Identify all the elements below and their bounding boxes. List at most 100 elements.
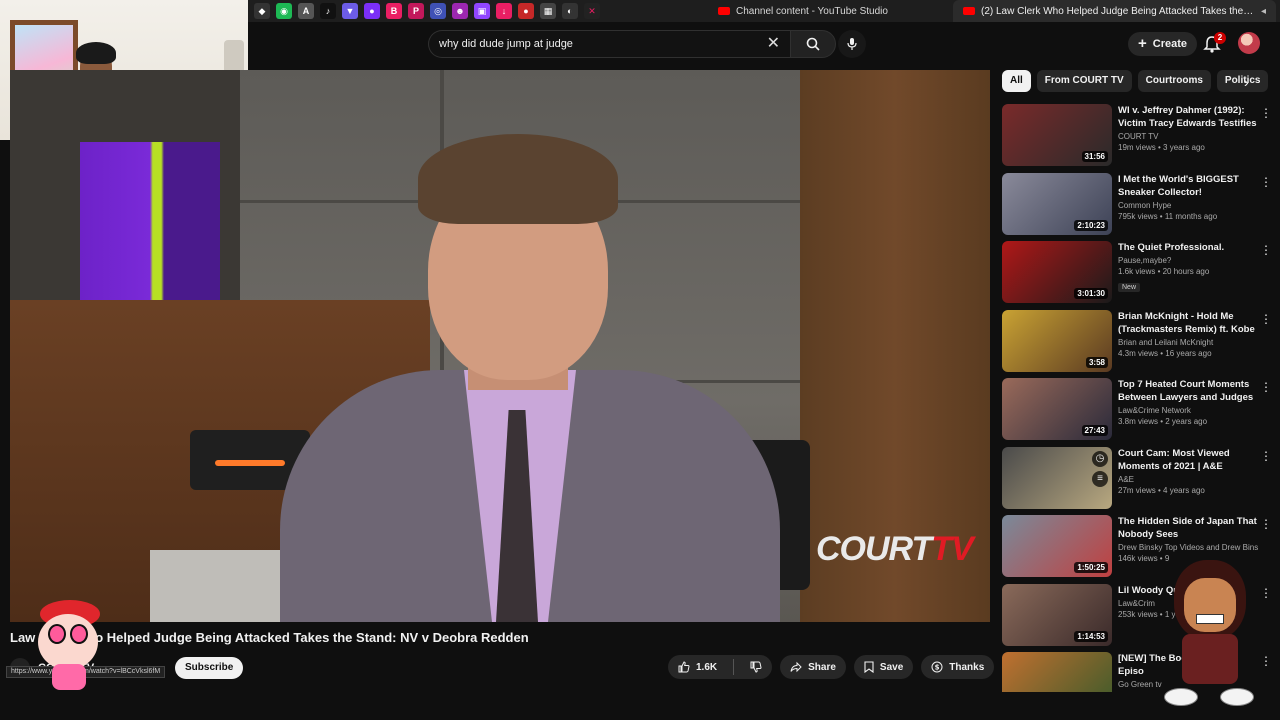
channel-name[interactable]: A&E — [1118, 475, 1258, 484]
dislike-button[interactable] — [740, 655, 772, 679]
close-icon[interactable]: ✕ — [767, 35, 780, 53]
channel-name[interactable]: COURT TV — [1118, 132, 1258, 141]
more-vert-icon[interactable]: ⋮ — [1260, 175, 1272, 189]
more-vert-icon[interactable]: ⋮ — [1260, 312, 1272, 326]
list-item[interactable]: 3:58 Brian McKnight - Hold Me (Trackmast… — [1002, 309, 1274, 379]
chip-politics[interactable]: Politics — [1216, 70, 1268, 92]
clock-icon[interactable]: ◷ — [1092, 450, 1108, 467]
hat-icon[interactable]: ● — [364, 3, 380, 19]
video-thumbnail[interactable]: 3:58 — [1002, 309, 1112, 372]
subscribe-button[interactable]: Subscribe — [175, 657, 244, 679]
video-title[interactable]: WI v. Jeffrey Dahmer (1992): Victim Trac… — [1118, 104, 1258, 130]
tab-current-video[interactable]: (2) Law Clerk Who Helped Judge Being Att… — [953, 0, 1276, 22]
queue-icon[interactable]: ≡ — [1092, 470, 1108, 487]
video-title[interactable]: The Quiet Professional. — [1118, 241, 1258, 254]
video-title[interactable]: The Hidden Side of Japan That Nobody See… — [1118, 515, 1258, 541]
notification-badge: 2 — [1214, 32, 1226, 44]
video-player[interactable]: COURTTV — [10, 70, 990, 622]
search-box[interactable]: ✕ — [428, 30, 790, 58]
list-item[interactable]: ◷ ≡ Court Cam: Most Viewed Moments of 20… — [1002, 446, 1274, 516]
thumbs-up-icon — [678, 661, 690, 673]
like-count: 1.6K — [696, 661, 718, 673]
save-button[interactable]: Save — [853, 655, 914, 679]
lock-icon[interactable]: ● — [518, 3, 534, 19]
channel-name[interactable]: Pause,maybe? — [1118, 256, 1258, 265]
more-vert-icon[interactable]: ⋮ — [1260, 449, 1272, 463]
video-thumbnail[interactable]: ◷ ≡ — [1002, 446, 1112, 509]
tiktok-icon[interactable]: ♪ — [320, 3, 336, 19]
create-button[interactable]: + Create — [1128, 32, 1198, 56]
android-icon[interactable]: ◉ — [276, 3, 292, 19]
x-icon[interactable]: ✕ — [584, 3, 600, 19]
like-button[interactable]: 1.6K — [668, 655, 727, 679]
video-title[interactable]: Court Cam: Most Viewed Moments of 2021 |… — [1118, 447, 1258, 473]
chip-from-channel[interactable]: From COURT TV — [1036, 70, 1132, 92]
list-item[interactable]: 2:10:23 I Met the World's BIGGEST Sneake… — [1002, 172, 1274, 242]
video-title[interactable]: Top 7 Heated Court Moments Between Lawye… — [1118, 378, 1258, 404]
b-icon[interactable]: B — [386, 3, 402, 19]
video-thumbnail[interactable]: 27:43 — [1002, 378, 1112, 440]
pinterest-icon[interactable]: P — [408, 3, 424, 19]
video-thumbnail[interactable]: 1:14:53 — [1002, 583, 1112, 646]
ring-icon[interactable]: ◎ — [430, 3, 446, 19]
browser-tab-strip: ◆ ◉ A ♪ ▼ ● B P ◎ ☻ ▣ ↓ ● ▦ ◐ ✕ Channel … — [248, 0, 1280, 22]
microphone-light — [215, 460, 285, 466]
pinned-tabs: ◆ ◉ A ♪ ▼ ● B P ◎ ☻ ▣ ↓ ● ▦ ◐ ✕ — [248, 3, 600, 19]
alien-icon[interactable]: ☻ — [452, 3, 468, 19]
thanks-icon: $ — [931, 661, 943, 673]
voice-search-button[interactable] — [838, 30, 866, 58]
video-title[interactable]: Brian McKnight - Hold Me (Trackmasters R… — [1118, 310, 1258, 336]
chevron-right-icon[interactable]: › — [1244, 74, 1249, 90]
video-meta: 3.8m views • 2 years ago — [1118, 417, 1208, 426]
filter-chips: All From COURT TV Courtrooms Politics — [1002, 70, 1268, 92]
more-vert-icon[interactable]: ⋮ — [1260, 106, 1272, 120]
bookmark-icon — [864, 661, 874, 673]
video-thumbnail[interactable]: 31:56 — [1002, 104, 1112, 166]
witness-hair — [418, 134, 618, 224]
tab-label: Channel content - YouTube Studio — [736, 5, 888, 17]
search-button[interactable] — [790, 30, 836, 58]
more-vert-icon[interactable]: ⋮ — [1260, 586, 1272, 600]
channel-name[interactable]: Drew Binsky Top Videos and Drew Binsk... — [1118, 543, 1258, 552]
download-icon[interactable]: ↓ — [496, 3, 512, 19]
svg-text:$: $ — [935, 664, 940, 672]
speaker-icon[interactable]: ◂ — [1261, 6, 1266, 17]
shield-icon[interactable]: ▼ — [342, 3, 358, 19]
twitch-icon[interactable]: ▣ — [474, 3, 490, 19]
more-vert-icon[interactable]: ⋮ — [1260, 654, 1272, 668]
channel-name[interactable]: Common Hype — [1118, 201, 1258, 210]
window-icon[interactable]: ◐ — [562, 3, 578, 19]
share-label: Share — [808, 661, 836, 673]
plus-icon: + — [1138, 35, 1147, 52]
a-icon[interactable]: A — [298, 3, 314, 19]
more-vert-icon[interactable]: ⋮ — [1260, 517, 1272, 531]
cartoon-character-overlay — [1160, 560, 1260, 720]
channel-name[interactable]: Brian and Leilani McKnight — [1118, 338, 1258, 347]
list-item[interactable]: 3:01:30 The Quiet Professional. Pause,may… — [1002, 241, 1274, 310]
more-vert-icon[interactable]: ⋮ — [1260, 243, 1272, 257]
thumbs-down-icon — [750, 661, 762, 673]
thanks-label: Thanks — [949, 661, 985, 673]
channel-name[interactable]: Law&Crime Network — [1118, 406, 1258, 415]
video-title[interactable]: I Met the World's BIGGEST Sneaker Collec… — [1118, 173, 1258, 199]
search-icon — [806, 37, 820, 51]
diamond-icon[interactable]: ◆ — [254, 3, 270, 19]
list-item[interactable]: 31:56 WI v. Jeffrey Dahmer (1992): Victi… — [1002, 104, 1274, 173]
more-vert-icon[interactable]: ⋮ — [1260, 380, 1272, 394]
tab-youtube-studio[interactable]: Channel content - YouTube Studio — [708, 0, 948, 22]
video-thumbnail[interactable]: 2:10:23 — [1002, 172, 1112, 235]
cartoon-character-overlay — [30, 600, 110, 690]
video-meta: 19m views • 3 years ago — [1118, 143, 1205, 152]
video-thumbnail[interactable]: 1:50:25 — [1002, 515, 1112, 577]
share-button[interactable]: Share — [780, 655, 846, 679]
video-thumbnail[interactable] — [1002, 652, 1112, 692]
list-item[interactable]: 27:43 Top 7 Heated Court Moments Between… — [1002, 378, 1274, 447]
video-meta: 27m views • 4 years ago — [1118, 485, 1205, 495]
nav-icon[interactable]: ▦ — [540, 3, 556, 19]
video-thumbnail[interactable]: 3:01:30 — [1002, 241, 1112, 303]
account-avatar[interactable] — [1238, 32, 1260, 54]
chip-all[interactable]: All — [1002, 70, 1031, 92]
thanks-button[interactable]: $ Thanks — [921, 655, 995, 679]
search-input[interactable] — [439, 38, 739, 50]
chip-courtrooms[interactable]: Courtrooms — [1137, 70, 1211, 92]
